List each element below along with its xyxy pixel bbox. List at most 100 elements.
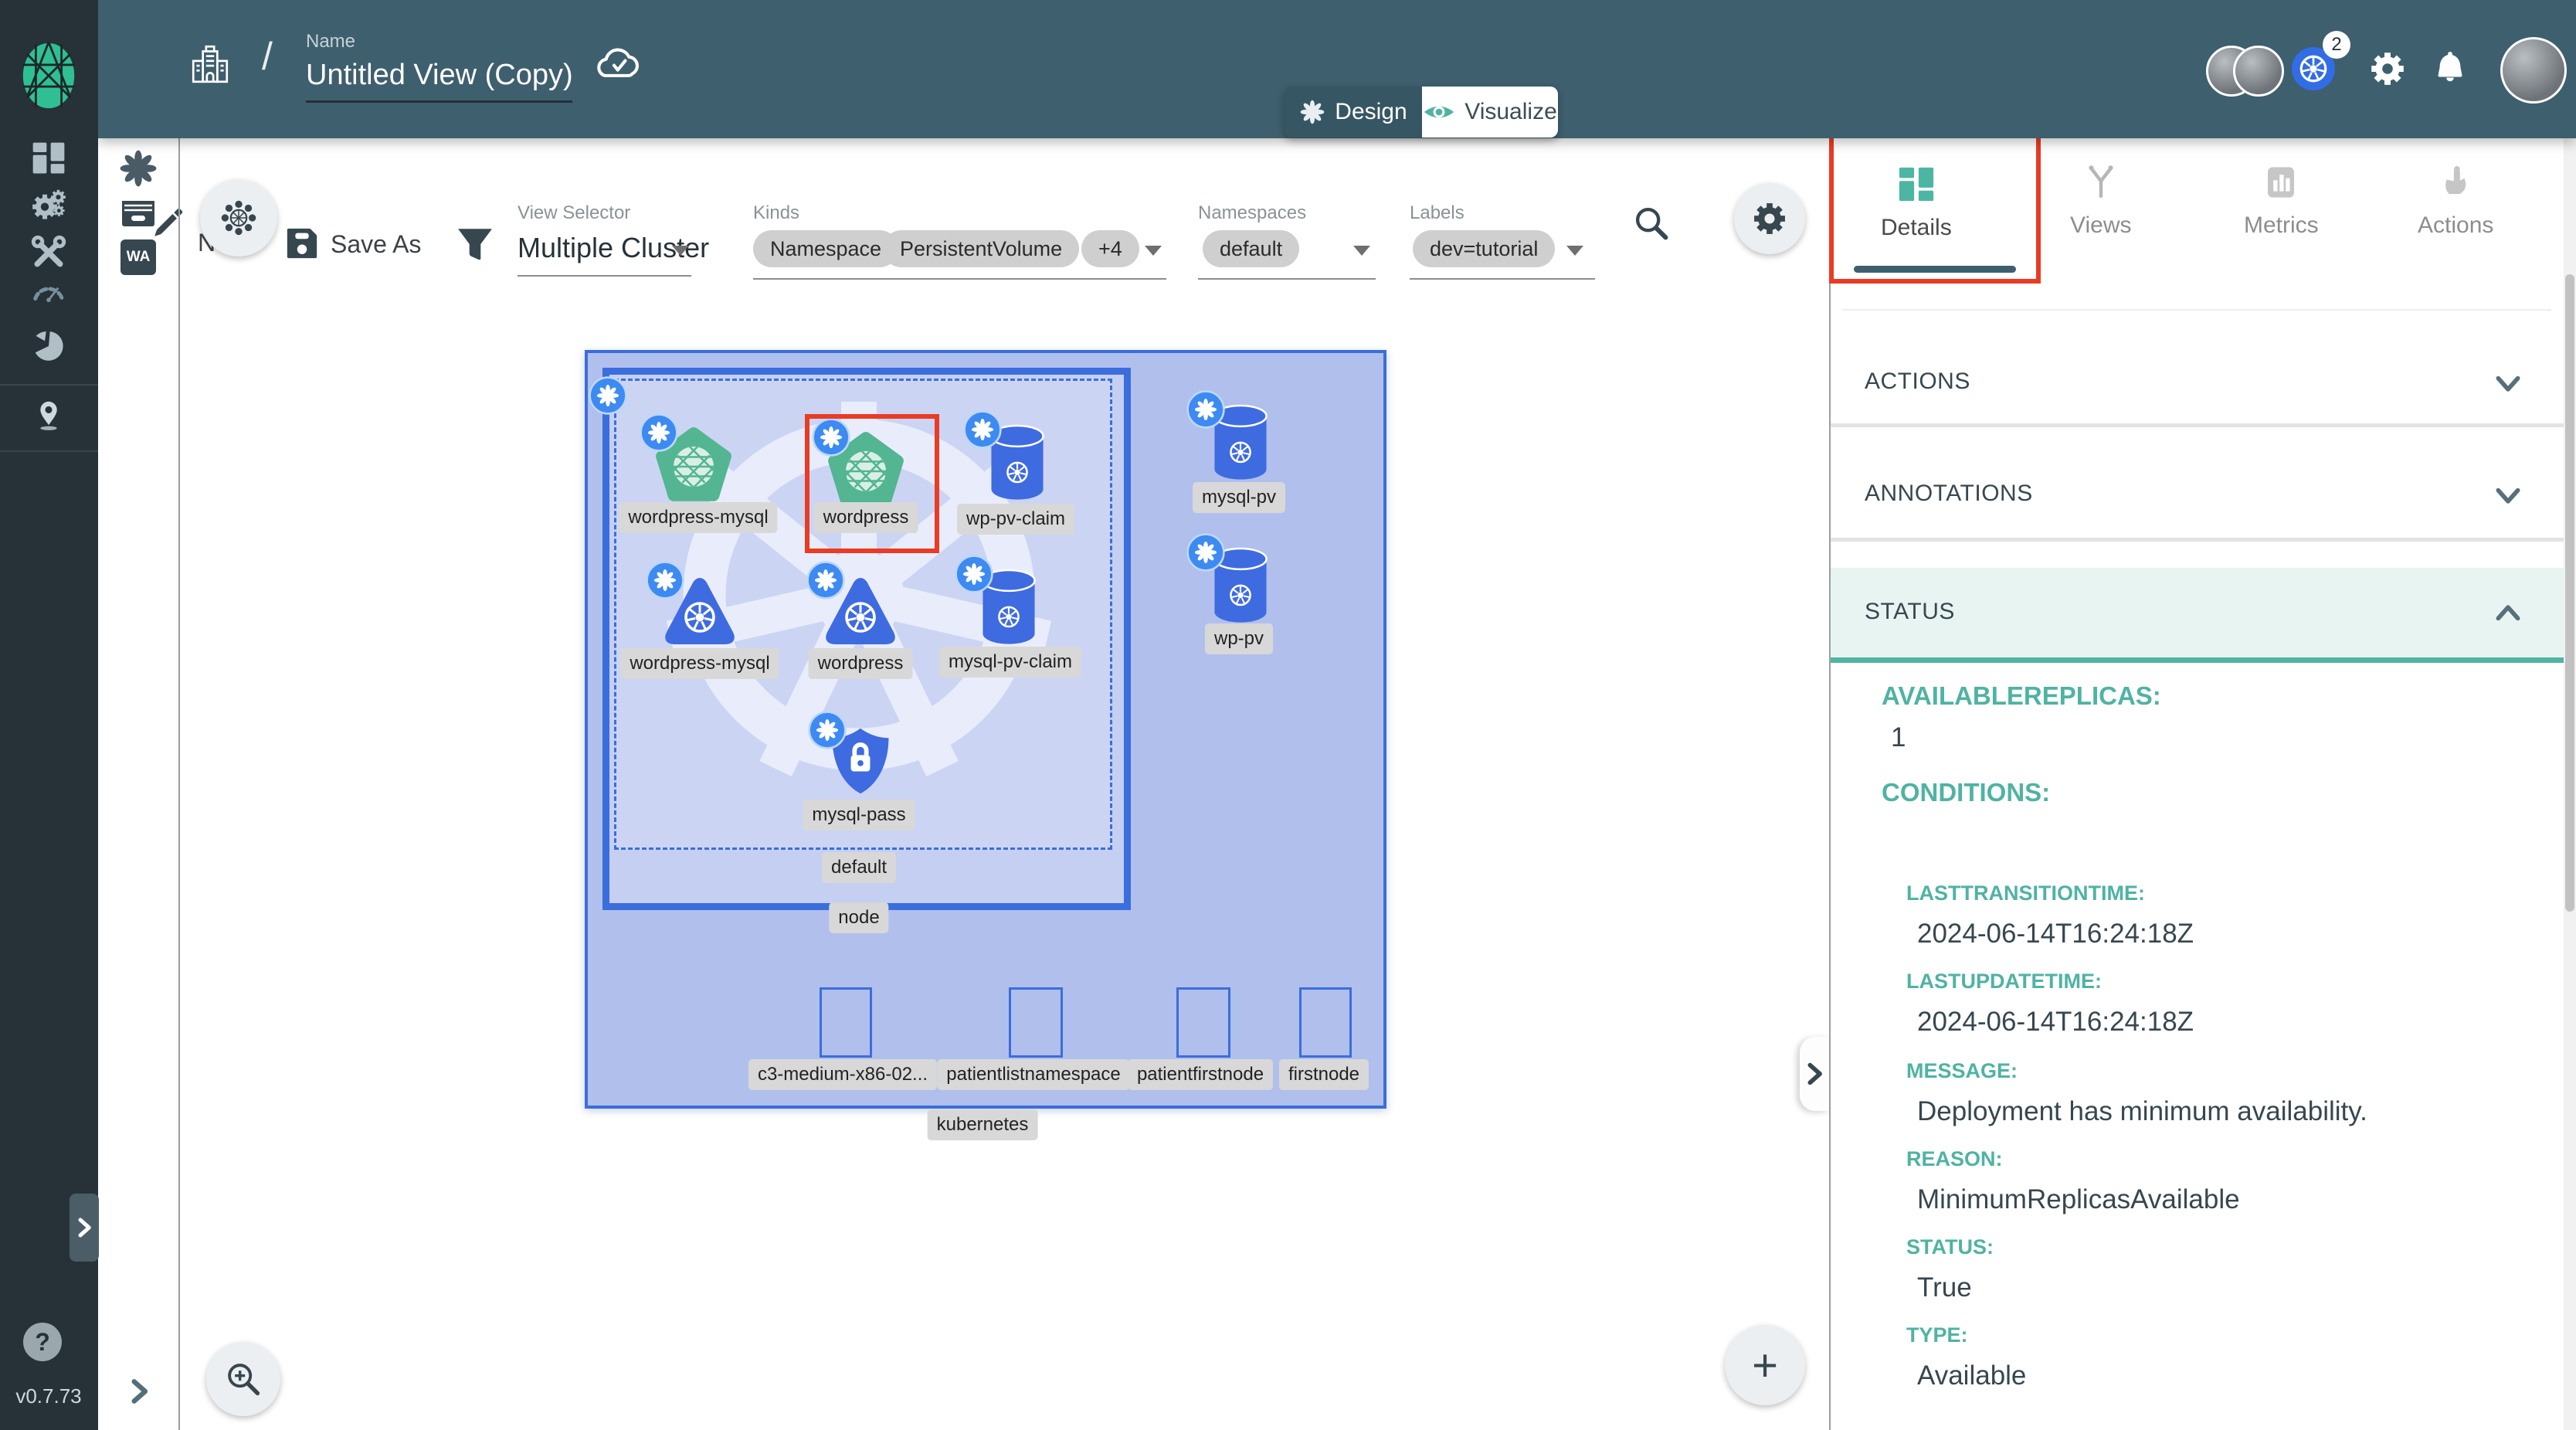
sidebar-item-configuration[interactable] <box>31 235 66 270</box>
node-label: patientlistnamespace <box>937 1059 1129 1090</box>
status-value: Deployment has minimum availability. <box>1917 1096 2367 1127</box>
tab-design[interactable]: Design <box>1285 87 1422 138</box>
meshery-badge-icon <box>807 710 847 750</box>
sidebar-divider <box>0 450 98 452</box>
sidebar-item-performance[interactable] <box>31 276 66 311</box>
canvas-settings-gear-icon <box>1752 201 1787 236</box>
actions-icon <box>2436 163 2475 202</box>
kinds-caret[interactable] <box>1145 246 1162 256</box>
chevron-down-icon[interactable] <box>2493 481 2523 510</box>
app-sidebar: ? v0.7.73 <box>0 0 98 1430</box>
details-panel: Details Views Metrics Actions ACTIONS AN… <box>1831 138 2564 1430</box>
kind-chip-persistentvolume[interactable]: PersistentVolume <box>883 230 1079 267</box>
tab-metrics-label: Metrics <box>2244 212 2319 239</box>
cluster-label: kubernetes <box>928 1109 1038 1140</box>
status-key: MESSAGE: <box>1906 1059 2018 1083</box>
status-value: 2024-06-14T16:24:18Z <box>1917 919 2194 949</box>
organization-icon[interactable] <box>188 42 232 87</box>
node-label: firstnode <box>1279 1059 1369 1090</box>
save-as-button[interactable]: Save As <box>331 230 421 259</box>
meshery-logo[interactable] <box>16 40 81 111</box>
accordion-actions[interactable]: ACTIONS <box>1865 369 1970 395</box>
kind-chip-more[interactable]: +4 <box>1081 230 1139 267</box>
meshery-badge-icon <box>645 560 685 600</box>
tab-metrics[interactable]: Metrics <box>2244 163 2319 239</box>
sidebar-expand-tab[interactable] <box>70 1194 99 1262</box>
status-key: AVAILABLEREPLICAS: <box>1882 681 2161 711</box>
node-label: patientfirstnode <box>1128 1059 1273 1090</box>
tool-column-divider <box>178 138 180 1430</box>
namespaces-underline <box>1198 278 1376 280</box>
tab-actions-label: Actions <box>2418 212 2493 239</box>
sidebar-item-environments[interactable] <box>31 397 66 433</box>
tab-actions[interactable]: Actions <box>2418 163 2493 239</box>
status-key: LASTUPDATETIME: <box>1906 970 2102 994</box>
meshery-badge-icon <box>588 375 628 416</box>
name-field-label: Name <box>306 31 355 53</box>
version-label: v0.7.73 <box>15 1384 81 1408</box>
sidebar-item-extensions[interactable] <box>31 328 66 364</box>
annotation-box-wordpress <box>805 414 939 553</box>
notifications-bell-icon[interactable] <box>2432 51 2468 87</box>
node-patientfirstnode[interactable] <box>1176 987 1230 1058</box>
node-c3-medium[interactable] <box>820 987 872 1058</box>
search-icon[interactable] <box>1631 203 1672 243</box>
save-as-icon[interactable] <box>284 226 320 261</box>
tab-views[interactable]: Views <box>2070 163 2131 239</box>
chevron-down-icon[interactable] <box>2493 369 2523 398</box>
node-label: mysql-pv <box>1193 482 1285 513</box>
scrollbar-thumb[interactable] <box>2565 274 2574 912</box>
breadcrumb-separator: / <box>262 34 273 79</box>
status-key: STATUS: <box>1906 1235 1994 1259</box>
labels-underline <box>1410 278 1595 280</box>
accordion-status[interactable]: STATUS <box>1831 568 2564 663</box>
filter-funnel-icon[interactable] <box>456 224 494 263</box>
user-avatar[interactable] <box>2500 37 2567 104</box>
sidebar-item-lifecycle[interactable] <box>29 186 68 225</box>
accordion-status-label: STATUS <box>1865 599 1955 625</box>
context-count-badge: 2 <box>2323 31 2350 59</box>
design-icon <box>1299 99 1325 125</box>
node-patientlistnamespace[interactable] <box>1009 987 1063 1058</box>
status-key: LASTTRANSITIONTIME: <box>1906 881 2145 905</box>
tab-visualize[interactable]: Visualize <box>1422 87 1558 138</box>
sidebar-item-dashboard[interactable] <box>31 141 66 176</box>
visualize-eye-icon <box>1423 100 1455 124</box>
dock-flower-button[interactable] <box>200 179 277 256</box>
label-chip-dev-tutorial[interactable]: dev=tutorial <box>1413 230 1555 267</box>
add-node-button[interactable]: + <box>1725 1325 1805 1405</box>
name-input[interactable]: Untitled View (Copy) <box>306 59 573 92</box>
node-label: wordpress <box>809 648 913 679</box>
chevron-up-icon <box>2493 599 2523 628</box>
namespaces-caret[interactable] <box>1353 246 1370 256</box>
metrics-icon <box>2262 163 2300 202</box>
annotation-box-details-tab <box>1829 134 2041 284</box>
namespace-chip-default[interactable]: default <box>1203 230 1299 267</box>
panel-hr <box>1831 423 2564 427</box>
node-firstnode[interactable] <box>1299 987 1352 1058</box>
collaborator-avatar[interactable] <box>2233 46 2284 97</box>
edit-pencil-icon[interactable] <box>147 204 187 244</box>
wasm-filter-icon[interactable]: WA <box>120 239 156 275</box>
panel-hr <box>1831 538 2564 542</box>
node-boundary-label: node <box>829 902 888 933</box>
settings-gear-icon[interactable] <box>2369 50 2406 87</box>
view-selector-caret[interactable] <box>672 246 689 256</box>
kind-chip-namespace[interactable]: Namespace <box>753 230 898 267</box>
labels-caret[interactable] <box>1566 246 1583 256</box>
status-value: 2024-06-14T16:24:18Z <box>1917 1007 2194 1038</box>
panel-collapse-tab[interactable] <box>1800 1037 1829 1111</box>
help-button[interactable]: ? <box>23 1323 62 1361</box>
namespaces-label: Namespaces <box>1198 202 1306 224</box>
expand-panel-chevron-icon[interactable] <box>124 1377 154 1406</box>
tab-views-label: Views <box>2070 212 2131 239</box>
zoom-in-button[interactable] <box>206 1342 280 1416</box>
meshery-design-icon[interactable] <box>118 148 158 189</box>
visualize-label: Visualize <box>1464 99 1557 125</box>
accordion-annotations[interactable]: ANNOTATIONS <box>1865 481 2033 507</box>
kinds-underline <box>753 278 1166 280</box>
canvas-settings-button[interactable] <box>1734 183 1805 254</box>
sidebar-divider <box>0 384 98 386</box>
node-label: mysql-pass <box>803 800 915 830</box>
name-input-underline <box>306 100 572 103</box>
